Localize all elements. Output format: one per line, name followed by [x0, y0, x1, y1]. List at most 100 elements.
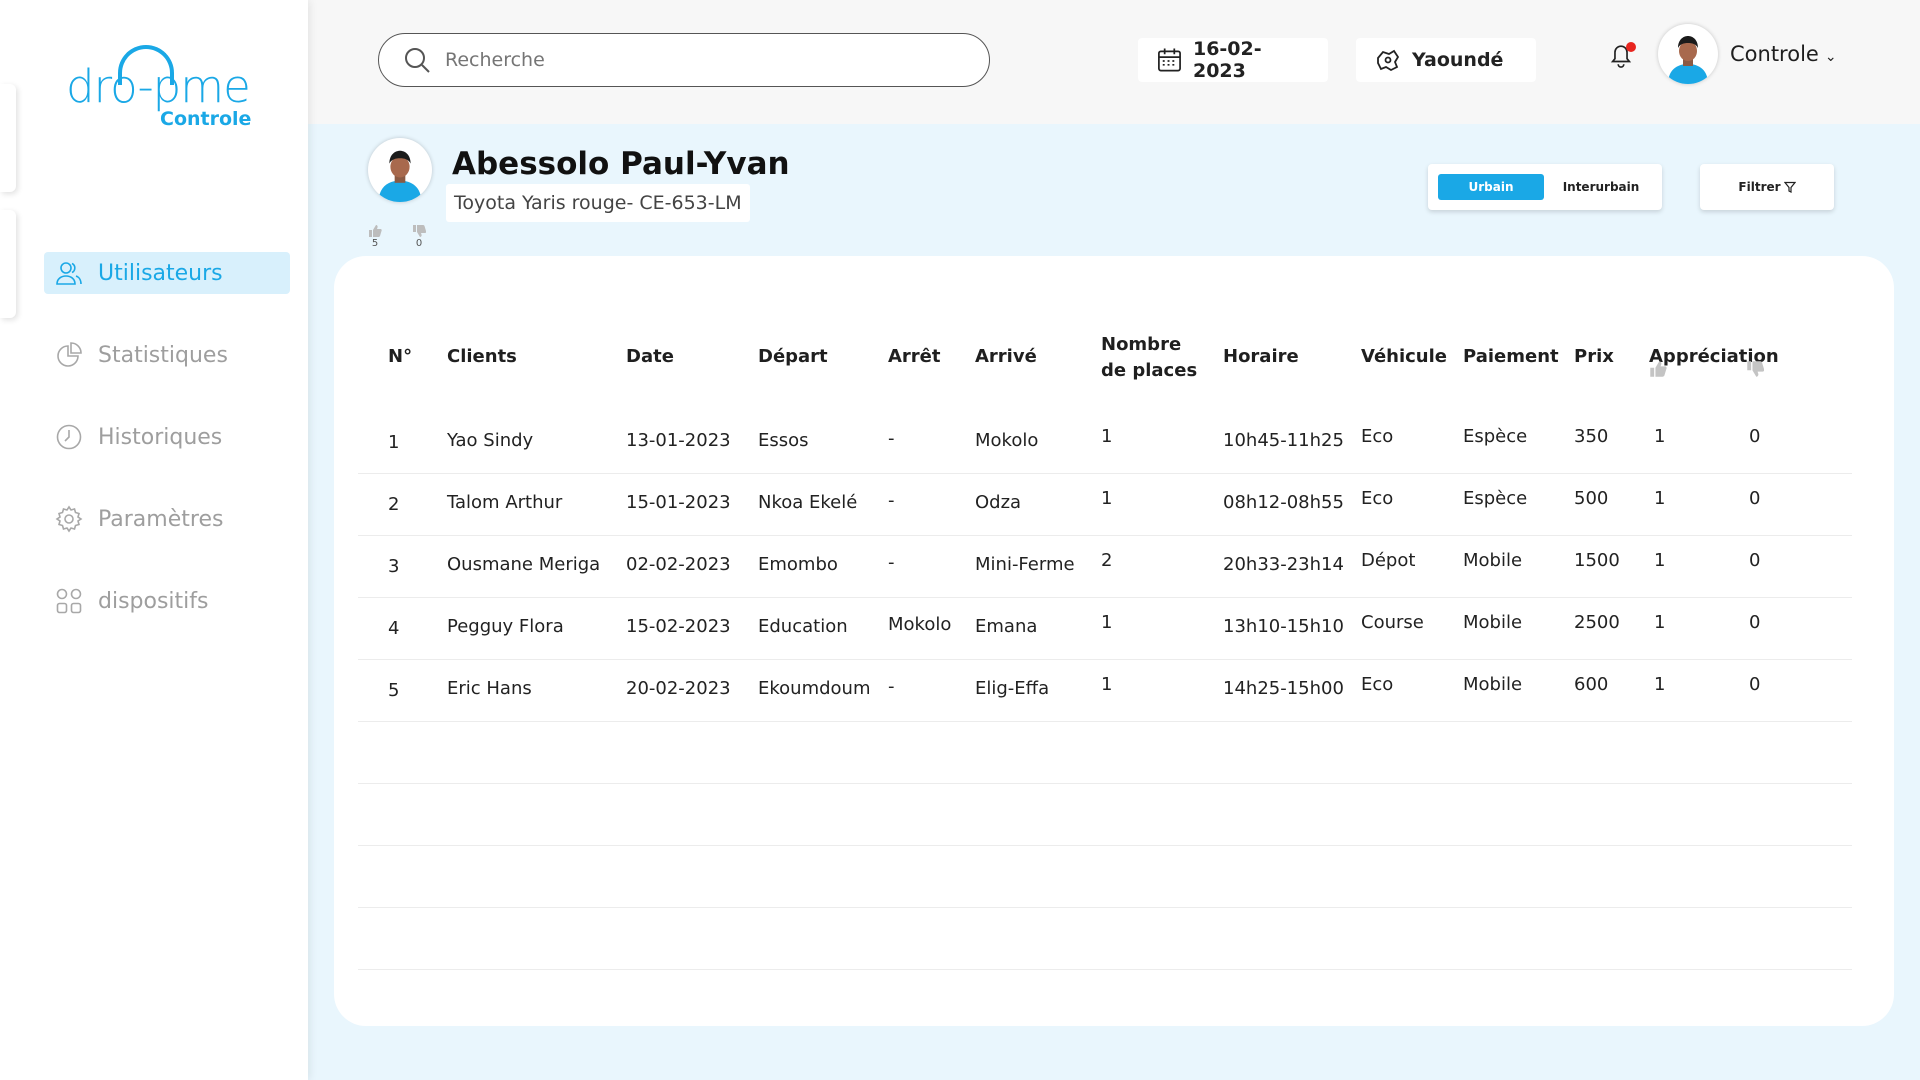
notification-dot: [1626, 42, 1636, 52]
logo-subtitle: Controle: [160, 108, 252, 130]
cell-likes: 1: [1654, 550, 1666, 571]
table-row[interactable]: 1 Yao Sindy 13-01-2023 Essos - Mokolo 1 10h45-1…: [358, 412, 1852, 474]
cell-date: 15-01-2023: [626, 492, 731, 513]
cell-paiement: Espèce: [1463, 488, 1528, 509]
cell-arrive: Emana: [975, 616, 1038, 637]
cell-client: Talom Arthur: [447, 492, 563, 513]
sidebar-item-dispositifs[interactable]: dispositifs: [44, 580, 290, 622]
sidebar-item-historiques[interactable]: Historiques: [44, 416, 290, 458]
app-logo[interactable]: dro-pme Controle: [62, 40, 252, 135]
col-header-places: Nombre de places: [1101, 334, 1198, 381]
sidebar-item-label: Historiques: [98, 424, 223, 450]
thumbs-down-icon[interactable]: [1746, 360, 1765, 382]
sidebar-item-statistiques[interactable]: Statistiques: [44, 334, 290, 376]
cell-horaire: 08h12-08h55: [1223, 492, 1344, 513]
cell-arret: -: [888, 552, 895, 573]
trips-table-card: N° Clients Date Départ Arrêt Arrivé Nomb…: [334, 256, 1894, 1026]
dislikes-count: 0: [412, 224, 426, 249]
user-menu[interactable]: Controle ⌄: [1658, 24, 1837, 84]
table-row[interactable]: 5 Eric Hans 20-02-2023 Ekoumdoum - Elig-Effa 1…: [358, 660, 1852, 722]
cell-likes: 1: [1654, 674, 1666, 695]
sidebar-nav: Utilisateurs Statistiques Historiques Pa…: [44, 252, 290, 662]
gear-icon: [54, 504, 84, 534]
cell-dislikes: 0: [1749, 488, 1761, 509]
calendar-icon: [1158, 48, 1181, 72]
cell-no: 4: [388, 618, 400, 639]
cell-places: 1: [1101, 612, 1113, 633]
tab-interurbain[interactable]: Interurbain: [1556, 174, 1646, 200]
cell-vehicule: Eco: [1361, 488, 1394, 509]
cell-date: 13-01-2023: [626, 430, 731, 451]
cell-date: 02-02-2023: [626, 554, 731, 575]
col-header-depart: Départ: [758, 346, 828, 367]
cell-paiement: Mobile: [1463, 674, 1523, 695]
trip-type-toggle: Urbain Interurbain: [1428, 164, 1662, 210]
cell-depart: Nkoa Ekelé: [758, 492, 858, 513]
users-icon: [54, 258, 84, 288]
table-row[interactable]: 2 Talom Arthur 15-01-2023 Nkoa Ekelé - Odza 1 0…: [358, 474, 1852, 536]
table-body: 1 Yao Sindy 13-01-2023 Essos - Mokolo 1 10h45-1…: [358, 412, 1852, 970]
city-selector[interactable]: Yaoundé: [1356, 38, 1536, 82]
cell-paiement: Espèce: [1463, 426, 1528, 447]
map-region-icon: [1377, 49, 1400, 72]
cell-date: 20-02-2023: [626, 678, 731, 699]
notification-bell[interactable]: [1608, 40, 1638, 74]
col-header-horaire: Horaire: [1223, 346, 1299, 367]
cell-horaire: 13h10-15h10: [1223, 616, 1344, 637]
sidebar-item-label: Utilisateurs: [98, 260, 223, 286]
cell-date: 15-02-2023: [626, 616, 731, 637]
cell-depart: Ekoumdoum: [758, 678, 871, 699]
cell-prix: 1500: [1574, 550, 1620, 571]
cell-no: 1: [388, 432, 400, 453]
sidebar-edge-tab[interactable]: [0, 210, 16, 318]
search-icon: [405, 48, 430, 73]
cell-dislikes: 0: [1749, 550, 1761, 571]
cell-vehicule: Dépot: [1361, 550, 1416, 571]
driver-avatar-icon: [378, 150, 422, 202]
sidebar-item-parametres[interactable]: Paramètres: [44, 498, 290, 540]
filter-button[interactable]: Filtrer: [1700, 164, 1834, 210]
pie-chart-icon: [54, 340, 84, 370]
cell-client: Yao Sindy: [447, 430, 534, 451]
cell-horaire: 14h25-15h00: [1223, 678, 1344, 699]
col-header-date: Date: [626, 346, 674, 367]
table-row[interactable]: 4 Pegguy Flora 15-02-2023 Education Mokolo Em…: [358, 598, 1852, 660]
cell-arret: -: [888, 428, 895, 449]
cell-no: 3: [388, 556, 400, 577]
cell-paiement: Mobile: [1463, 612, 1523, 633]
cell-arrive: Elig-Effa: [975, 678, 1050, 699]
cell-client: Pegguy Flora: [447, 616, 564, 637]
cell-likes: 1: [1654, 488, 1666, 509]
chevron-down-icon: ⌄: [1824, 49, 1837, 65]
city-label: Yaoundé: [1412, 49, 1504, 71]
sidebar-item-label: dispositifs: [98, 588, 209, 614]
col-header-vehicule: Véhicule: [1361, 346, 1448, 367]
cell-paiement: Mobile: [1463, 550, 1523, 571]
filter-label: Filtrer: [1738, 180, 1781, 194]
sidebar-edge-tab[interactable]: [0, 84, 16, 192]
cell-vehicule: Course: [1361, 612, 1424, 633]
date-display[interactable]: 16-02-2023: [1138, 38, 1328, 82]
current-date: 16-02-2023: [1192, 38, 1262, 82]
cell-arrive: Mini-Ferme: [975, 554, 1075, 575]
col-header-no: N°: [388, 346, 413, 367]
top-bar: 16-02-2023 Yaoundé Controle ⌄: [308, 0, 1920, 124]
cell-depart: Essos: [758, 430, 809, 451]
cell-places: 1: [1101, 426, 1113, 447]
user-name: Controle: [1730, 42, 1819, 66]
cell-dislikes: 0: [1749, 426, 1761, 447]
cell-arret: -: [888, 490, 895, 511]
sidebar-item-utilisateurs[interactable]: Utilisateurs: [44, 252, 290, 294]
driver-vehicle: Toyota Yaris rouge- CE-653-LM: [446, 184, 750, 222]
table-row[interactable]: 3 Ousmane Meriga 02-02-2023 Emombo - Mini-Fer…: [358, 536, 1852, 598]
search-box[interactable]: [378, 33, 990, 87]
thumbs-up-icon[interactable]: [1649, 360, 1667, 382]
cell-horaire: 10h45-11h25: [1223, 430, 1344, 451]
cell-vehicule: Eco: [1361, 674, 1394, 695]
cell-arret: Mokolo: [888, 614, 952, 635]
col-header-paiement: Paiement: [1463, 346, 1559, 367]
cell-no: 2: [388, 494, 400, 515]
tab-urbain[interactable]: Urbain: [1438, 174, 1544, 200]
thumbs-down-icon: [413, 225, 426, 237]
search-input[interactable]: [445, 49, 965, 71]
